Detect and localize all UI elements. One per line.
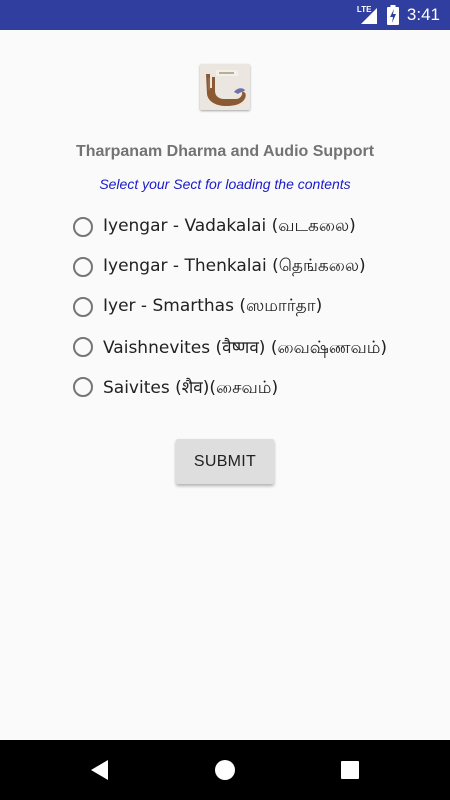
sect-radio-group: Iyengar - Vadakalai (வடகலை) Iyengar - Th…: [72, 207, 432, 407]
status-clock: 3:41: [406, 5, 440, 24]
sect-option-label: Iyer - Smarthas (ஸமார்தா): [103, 296, 323, 316]
battery-charging-icon: [386, 5, 399, 25]
sect-option-label: Saivites (शैव)(சைவம்): [103, 377, 279, 398]
submit-button[interactable]: SUBMIT: [176, 439, 274, 484]
home-circle-icon: [215, 760, 235, 780]
lte-signal-icon: LTE: [357, 5, 379, 25]
system-nav-bar: [0, 740, 450, 800]
tharpanam-hand-icon: [200, 64, 250, 110]
sect-option-label: Iyengar - Vadakalai (வடகலை): [103, 216, 356, 236]
back-button[interactable]: [80, 750, 120, 790]
sect-option-iyengar-vadakalai[interactable]: Iyengar - Vadakalai (வடகலை): [72, 207, 432, 247]
radio-button-icon[interactable]: [73, 377, 93, 397]
status-icons: LTE 3:41: [357, 0, 440, 30]
recents-button[interactable]: [330, 750, 370, 790]
radio-button-icon[interactable]: [73, 217, 93, 237]
radio-button-icon[interactable]: [73, 337, 93, 357]
sect-option-iyer-smarthas[interactable]: Iyer - Smarthas (ஸமார்தா): [72, 287, 432, 327]
app-screen: LTE 3:41 Tharpanam Dharma and Audio Supp…: [0, 0, 450, 800]
radio-button-icon[interactable]: [73, 297, 93, 317]
sect-option-label: Iyengar - Thenkalai (தெங்கலை): [103, 256, 366, 276]
sect-option-vaishnevites[interactable]: Vaishnevites (वैष्णव) (வைஷ்ணவம்): [72, 327, 432, 367]
app-title: Tharpanam Dharma and Audio Support: [75, 143, 375, 160]
home-button[interactable]: [205, 750, 245, 790]
radio-button-icon[interactable]: [73, 257, 93, 277]
sect-option-iyengar-thenkalai[interactable]: Iyengar - Thenkalai (தெங்கலை): [72, 247, 432, 287]
recents-square-icon: [341, 761, 359, 779]
sect-option-label: Vaishnevites (वैष्णव) (வைஷ்ணவம்): [103, 337, 388, 358]
back-triangle-icon: [91, 760, 108, 780]
sect-option-saivites[interactable]: Saivites (शैव)(சைவம்): [72, 367, 432, 407]
status-bar: LTE 3:41: [0, 0, 450, 30]
instruction-subtitle: Select your Sect for loading the content…: [99, 176, 351, 192]
